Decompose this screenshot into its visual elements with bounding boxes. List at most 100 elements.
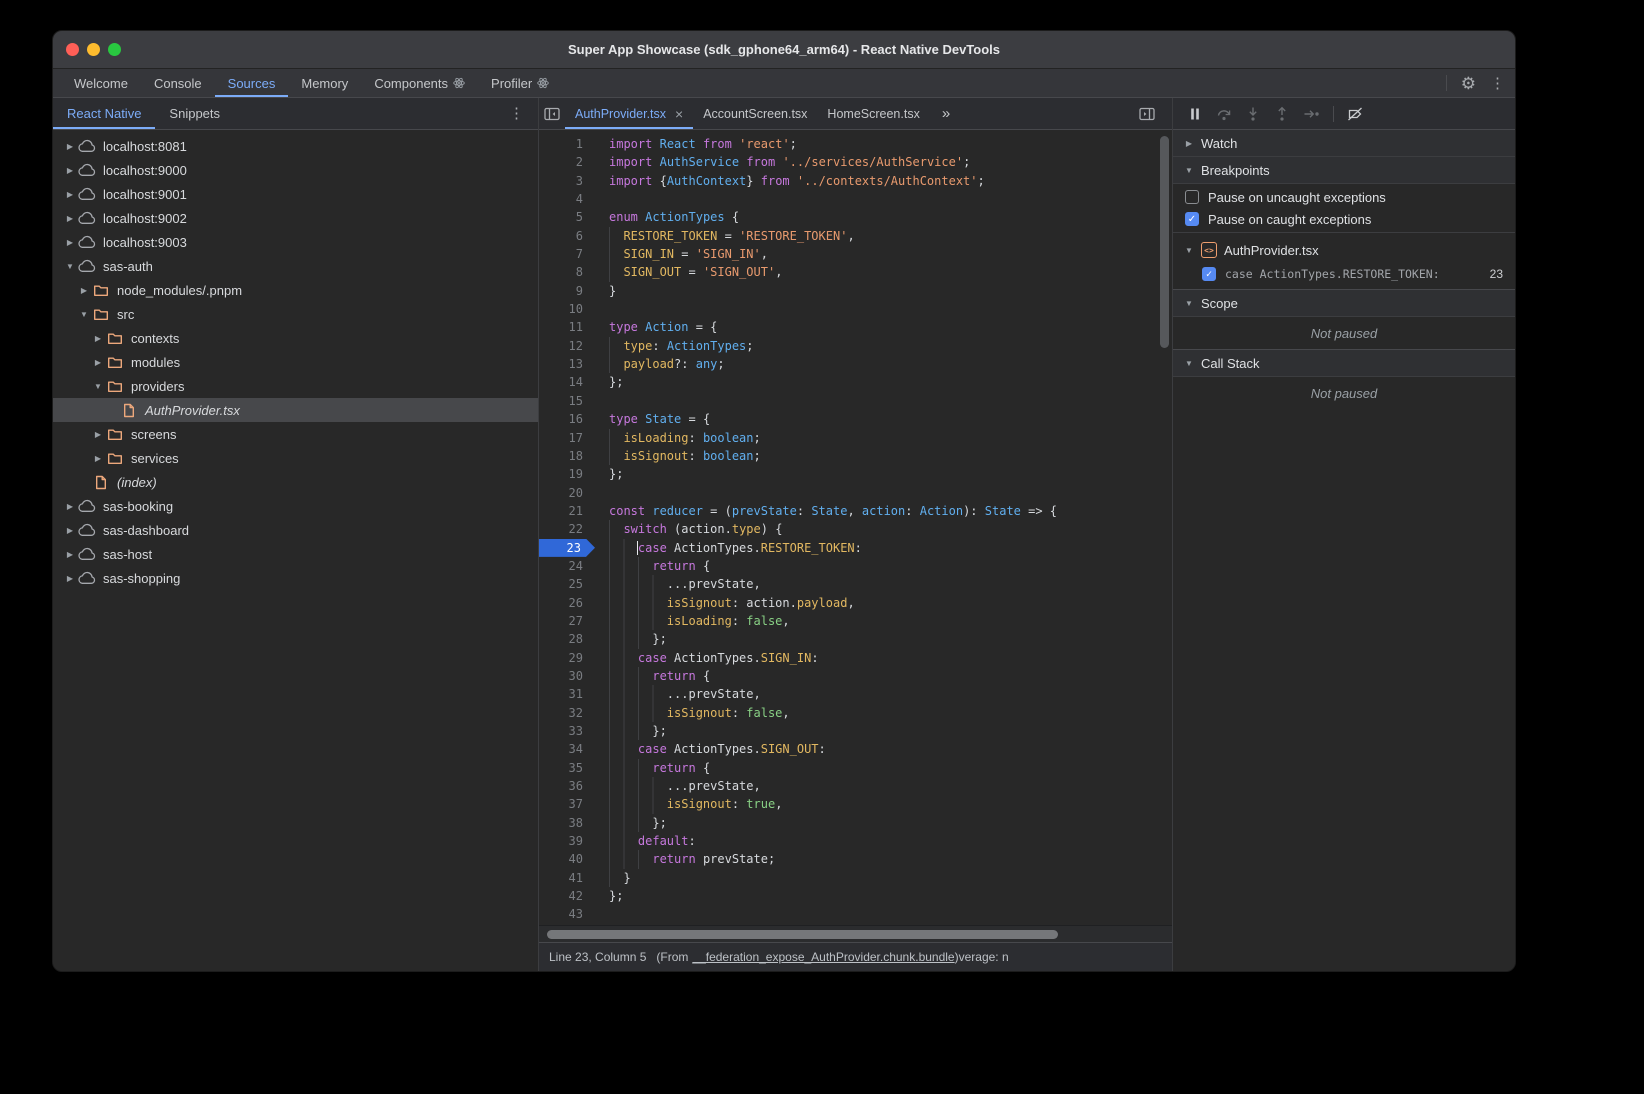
line-number[interactable]: 37 [539, 795, 583, 813]
line-number[interactable]: 22 [539, 520, 583, 538]
line-number[interactable]: 35 [539, 759, 583, 777]
code-line-26[interactable]: 26 isSignout: action.payload, [539, 594, 1172, 612]
tree-arrow-collapsed-icon[interactable]: ▶ [63, 574, 77, 583]
code-line-40[interactable]: 40 return prevState; [539, 850, 1172, 868]
bundle-link[interactable]: __federation_expose_AuthProvider.chunk.b… [692, 950, 954, 964]
line-number[interactable]: 15 [539, 392, 583, 410]
minimize-window-button[interactable] [87, 43, 100, 56]
line-number[interactable]: 1 [539, 135, 583, 153]
section-watch[interactable]: ▶ Watch [1173, 130, 1515, 157]
close-window-button[interactable] [66, 43, 79, 56]
step-over-icon[interactable] [1216, 106, 1232, 122]
tree-item-sas-dashboard[interactable]: ▶sas-dashboard [53, 518, 538, 542]
line-number[interactable]: 25 [539, 575, 583, 593]
tree-arrow-collapsed-icon[interactable]: ▶ [91, 430, 105, 439]
line-number[interactable]: 42 [539, 887, 583, 905]
section-call-stack[interactable]: ▼ Call Stack [1173, 349, 1515, 377]
navigator-tab-snippets[interactable]: Snippets [155, 98, 234, 129]
tree-item-src[interactable]: ▼src [53, 302, 538, 326]
tab-welcome[interactable]: Welcome [61, 69, 141, 97]
navigator-more-options-icon[interactable]: ⋮ [509, 106, 524, 121]
line-number[interactable]: 20 [539, 484, 583, 502]
code-line-18[interactable]: 18 isSignout: boolean; [539, 447, 1172, 465]
code-line-21[interactable]: 21const reducer = (prevState: State, act… [539, 502, 1172, 520]
tab-console[interactable]: Console [141, 69, 215, 97]
tree-item--index-[interactable]: (index) [53, 470, 538, 494]
tree-item-localhost-9001[interactable]: ▶localhost:9001 [53, 182, 538, 206]
editor-tab-authprovider-tsx[interactable]: AuthProvider.tsx× [565, 98, 693, 129]
line-number[interactable]: 12 [539, 337, 583, 355]
line-number[interactable]: 27 [539, 612, 583, 630]
code-line-43[interactable]: 43 [539, 905, 1172, 923]
toggle-sidebar-icon[interactable] [1134, 98, 1160, 129]
code-line-5[interactable]: 5enum ActionTypes { [539, 208, 1172, 226]
line-number[interactable]: 43 [539, 905, 583, 923]
code-line-31[interactable]: 31 ...prevState, [539, 685, 1172, 703]
deactivate-breakpoints-icon[interactable] [1347, 106, 1364, 122]
line-number[interactable]: 26 [539, 594, 583, 612]
line-number[interactable]: 11 [539, 318, 583, 336]
tab-sources[interactable]: Sources [215, 69, 289, 97]
line-number[interactable]: 29 [539, 649, 583, 667]
navigator-tab-react-native[interactable]: React Native [53, 98, 155, 129]
tree-item-providers[interactable]: ▼providers [53, 374, 538, 398]
line-number[interactable]: 34 [539, 740, 583, 758]
pause-uncaught-row[interactable]: ✓ Pause on uncaught exceptions [1173, 186, 1515, 208]
breakpoint-checkbox[interactable]: ✓ [1202, 267, 1216, 281]
code-editor[interactable]: 1import React from 'react';2import AuthS… [539, 130, 1172, 942]
code-line-35[interactable]: 35 return { [539, 759, 1172, 777]
code-line-24[interactable]: 24 return { [539, 557, 1172, 575]
more-tabs-chevron[interactable]: » [930, 105, 962, 122]
code-line-34[interactable]: 34 case ActionTypes.SIGN_OUT: [539, 740, 1172, 758]
settings-gear-icon[interactable]: ⚙ [1461, 75, 1476, 92]
code-line-2[interactable]: 2import AuthService from '../services/Au… [539, 153, 1172, 171]
code-line-8[interactable]: 8 SIGN_OUT = 'SIGN_OUT', [539, 263, 1172, 281]
editor-tab-homescreen-tsx[interactable]: HomeScreen.tsx [817, 98, 929, 129]
breakpoint-entry[interactable]: ✓case ActionTypes.RESTORE_TOKEN:23 [1173, 262, 1515, 286]
tree-arrow-collapsed-icon[interactable]: ▶ [91, 454, 105, 463]
code-line-25[interactable]: 25 ...prevState, [539, 575, 1172, 593]
code-line-17[interactable]: 17 isLoading: boolean; [539, 429, 1172, 447]
code-line-14[interactable]: 14}; [539, 373, 1172, 391]
code-line-1[interactable]: 1import React from 'react'; [539, 135, 1172, 153]
tree-item-contexts[interactable]: ▶contexts [53, 326, 538, 350]
code-line-29[interactable]: 29 case ActionTypes.SIGN_IN: [539, 649, 1172, 667]
line-number[interactable]: 39 [539, 832, 583, 850]
code-line-3[interactable]: 3import {AuthContext} from '../contexts/… [539, 172, 1172, 190]
line-number[interactable]: 8 [539, 263, 583, 281]
line-number[interactable]: 32 [539, 704, 583, 722]
tab-components[interactable]: Components [361, 69, 478, 97]
tree-arrow-collapsed-icon[interactable]: ▶ [63, 166, 77, 175]
code-line-27[interactable]: 27 isLoading: false, [539, 612, 1172, 630]
pause-uncaught-checkbox[interactable]: ✓ [1185, 190, 1199, 204]
line-number[interactable]: 18 [539, 447, 583, 465]
line-number[interactable]: 19 [539, 465, 583, 483]
pause-caught-row[interactable]: ✓ Pause on caught exceptions [1173, 208, 1515, 230]
code-line-16[interactable]: 16type State = { [539, 410, 1172, 428]
hide-navigator-icon[interactable] [539, 98, 565, 129]
tree-arrow-expanded-icon[interactable]: ▼ [91, 382, 105, 391]
code-line-12[interactable]: 12 type: ActionTypes; [539, 337, 1172, 355]
editor-tab-accountscreen-tsx[interactable]: AccountScreen.tsx [693, 98, 817, 129]
line-number[interactable]: 16 [539, 410, 583, 428]
code-line-28[interactable]: 28 }; [539, 630, 1172, 648]
code-line-13[interactable]: 13 payload?: any; [539, 355, 1172, 373]
line-number[interactable]: 31 [539, 685, 583, 703]
code-line-6[interactable]: 6 RESTORE_TOKEN = 'RESTORE_TOKEN', [539, 227, 1172, 245]
more-options-icon[interactable]: ⋮ [1490, 76, 1505, 91]
editor-horizontal-scrollbar[interactable] [547, 930, 1058, 939]
tree-arrow-expanded-icon[interactable]: ▼ [63, 262, 77, 271]
tree-item-sas-host[interactable]: ▶sas-host [53, 542, 538, 566]
line-number[interactable]: 33 [539, 722, 583, 740]
tree-item-screens[interactable]: ▶screens [53, 422, 538, 446]
tree-arrow-collapsed-icon[interactable]: ▶ [63, 190, 77, 199]
code-line-36[interactable]: 36 ...prevState, [539, 777, 1172, 795]
step-into-icon[interactable] [1245, 106, 1261, 122]
tree-item-localhost-9000[interactable]: ▶localhost:9000 [53, 158, 538, 182]
line-number[interactable]: 36 [539, 777, 583, 795]
line-number[interactable]: 5 [539, 208, 583, 226]
editor-vertical-scrollbar[interactable] [1160, 136, 1169, 348]
step-icon[interactable] [1303, 106, 1320, 122]
line-number[interactable]: 28 [539, 630, 583, 648]
code-line-23[interactable]: 23 case ActionTypes.RESTORE_TOKEN: [539, 539, 1172, 557]
